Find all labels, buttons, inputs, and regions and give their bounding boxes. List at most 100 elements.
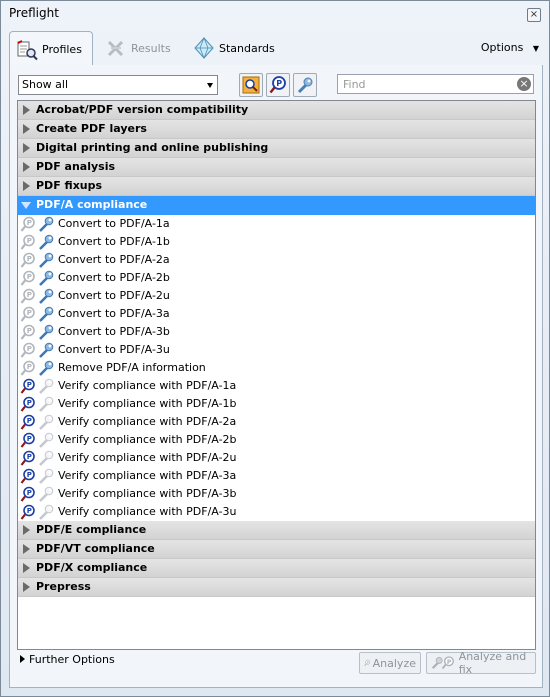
svg-text:P: P: [27, 363, 32, 371]
svg-text:P: P: [27, 489, 32, 497]
options-arrow-icon: ▼: [532, 44, 539, 53]
category-label: Acrobat/PDF version compatibility: [36, 103, 249, 116]
close-button[interactable]: ×: [527, 8, 541, 22]
profiles-tree[interactable]: Acrobat/PDF version compatibility Create …: [17, 100, 536, 650]
tab-standards[interactable]: Standards: [187, 31, 285, 65]
list-item-label: Verify compliance with PDF/A-3u: [58, 505, 237, 518]
expand-arrow-icon: [23, 525, 30, 535]
list-item-label: Verify compliance with PDF/A-1a: [58, 379, 237, 392]
list-item-label: Convert to PDF/A-3a: [58, 307, 170, 320]
find-field[interactable]: ×: [337, 74, 534, 94]
list-item[interactable]: P Convert to PDF/A-3a: [18, 305, 535, 323]
svg-text:P: P: [27, 273, 32, 281]
category-row[interactable]: Acrobat/PDF version compatibility: [18, 101, 535, 120]
tab-standards-label: Standards: [219, 41, 275, 55]
filter-select[interactable]: Show all: [18, 75, 218, 95]
options-label: Options: [480, 41, 524, 54]
list-item-label: Convert to PDF/A-3b: [58, 325, 170, 338]
expand-arrow-icon: [23, 582, 30, 592]
list-item[interactable]: P Convert to PDF/A-2a: [18, 251, 535, 269]
svg-text:P: P: [27, 417, 32, 425]
list-item[interactable]: P Convert to PDF/A-3u: [18, 341, 535, 359]
list-item-label: Remove PDF/A information: [58, 361, 206, 374]
list-item[interactable]: P Verify compliance with PDF/A-3b: [18, 485, 535, 503]
svg-text:P: P: [27, 453, 32, 461]
list-item[interactable]: P Verify compliance with PDF/A-3u: [18, 503, 535, 521]
expand-arrow-icon: [23, 105, 30, 115]
svg-text:P: P: [27, 435, 32, 443]
category-row[interactable]: PDF/E compliance: [18, 521, 535, 540]
standards-icon: [194, 37, 214, 59]
svg-text:P: P: [367, 660, 369, 664]
list-item-label: Verify compliance with PDF/A-2a: [58, 415, 237, 428]
collapse-arrow-icon: [21, 202, 31, 209]
list-item[interactable]: P Verify compliance with PDF/A-2u: [18, 449, 535, 467]
category-label: Digital printing and online publishing: [36, 141, 269, 154]
profiles-icon: [17, 39, 38, 60]
category-row[interactable]: Create PDF layers: [18, 120, 535, 139]
category-label: PDF analysis: [36, 160, 116, 173]
analyze-button[interactable]: P Analyze: [359, 652, 421, 674]
list-item[interactable]: P Convert to PDF/A-2b: [18, 269, 535, 287]
find-input[interactable]: [341, 77, 515, 92]
analyze-fix-icon: P: [431, 656, 454, 670]
svg-text:P: P: [27, 219, 32, 227]
list-item[interactable]: P Verify compliance with PDF/A-2a: [18, 413, 535, 431]
list-item-label: Convert to PDF/A-2u: [58, 289, 170, 302]
further-options-label: Further Options: [29, 653, 115, 666]
expand-arrow-icon: [23, 544, 30, 554]
expand-arrow-icon: [23, 124, 30, 134]
list-item-label: Verify compliance with PDF/A-1b: [58, 397, 237, 410]
further-options-toggle[interactable]: Further Options: [20, 653, 115, 666]
show-checks-button[interactable]: P: [266, 73, 290, 97]
svg-text:P: P: [27, 327, 32, 335]
category-row[interactable]: PDF analysis: [18, 158, 535, 177]
tab-bar: Profiles Results Standards Options ▼: [1, 27, 549, 67]
category-row[interactable]: PDF/A compliance: [18, 196, 535, 215]
list-item-label: Convert to PDF/A-2b: [58, 271, 170, 284]
list-item[interactable]: P Convert to PDF/A-3b: [18, 323, 535, 341]
tab-profiles[interactable]: Profiles: [9, 31, 93, 67]
list-item[interactable]: P Convert to PDF/A-2u: [18, 287, 535, 305]
category-row[interactable]: PDF/X compliance: [18, 559, 535, 578]
category-row[interactable]: Prepress: [18, 578, 535, 597]
list-item[interactable]: P Remove PDF/A information: [18, 359, 535, 377]
select-profiles-button[interactable]: [239, 73, 263, 97]
category-label: Prepress: [36, 580, 91, 593]
analyze-fix-label: Analyze and fix: [458, 650, 527, 676]
category-label: PDF/VT compliance: [36, 542, 155, 555]
category-row[interactable]: Digital printing and online publishing: [18, 139, 535, 158]
category-label: PDF/E compliance: [36, 523, 147, 536]
svg-text:P: P: [447, 659, 452, 666]
check-icon: P: [269, 76, 286, 94]
clear-search-icon[interactable]: ×: [517, 77, 531, 91]
list-item[interactable]: P Verify compliance with PDF/A-1b: [18, 395, 535, 413]
analyze-and-fix-button[interactable]: P Analyze and fix: [426, 650, 536, 676]
category-label: Create PDF layers: [36, 122, 147, 135]
category-row[interactable]: PDF/VT compliance: [18, 540, 535, 559]
options-menu[interactable]: Options ▼: [481, 41, 539, 54]
fix-profile-icon: [242, 76, 260, 94]
category-label: PDF/X compliance: [36, 561, 148, 574]
filter-value: Show all: [22, 78, 69, 91]
category-row[interactable]: PDF fixups: [18, 177, 535, 196]
close-icon: ×: [529, 9, 539, 20]
list-item-label: Verify compliance with PDF/A-3b: [58, 487, 237, 500]
list-item[interactable]: P Verify compliance with PDF/A-1a: [18, 377, 535, 395]
tab-results-label: Results: [131, 41, 171, 55]
expand-arrow-icon: [23, 181, 30, 191]
tab-results[interactable]: Results: [99, 31, 181, 65]
list-item[interactable]: P Convert to PDF/A-1a: [18, 215, 535, 233]
analyze-icon: P: [364, 659, 371, 666]
show-fixups-button[interactable]: [293, 73, 317, 97]
preflight-window: Preflight × Profiles Results Standards O…: [0, 0, 550, 697]
profiles-panel: Show all P ×: [9, 65, 543, 688]
expand-arrow-icon: [20, 655, 25, 663]
list-item[interactable]: P Verify compliance with PDF/A-2b: [18, 431, 535, 449]
fixup-wrench-icon: [297, 77, 313, 94]
svg-text:P: P: [27, 507, 32, 515]
list-item[interactable]: P Verify compliance with PDF/A-3a: [18, 467, 535, 485]
list-item[interactable]: P Convert to PDF/A-1b: [18, 233, 535, 251]
svg-text:P: P: [27, 237, 32, 245]
dropdown-arrow-icon: [207, 83, 213, 88]
